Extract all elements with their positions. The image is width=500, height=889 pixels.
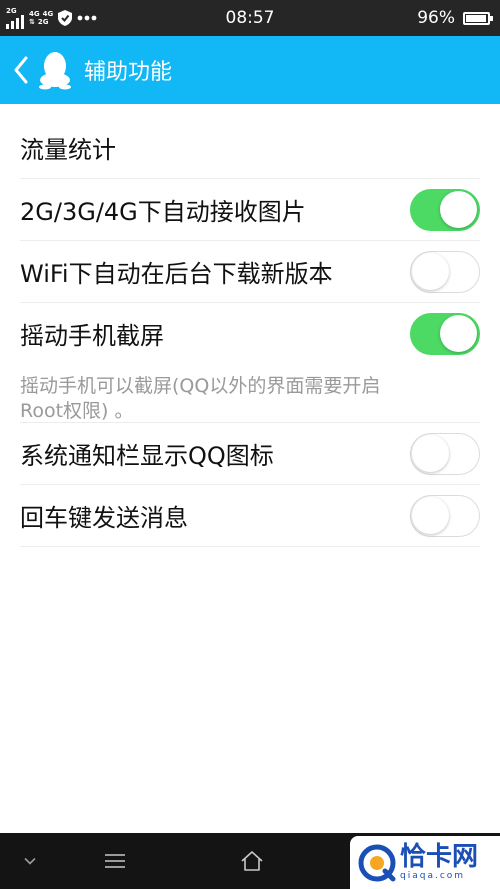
- watermark-logo-icon: [358, 844, 396, 881]
- note-line-1: 摇动手机可以截屏(QQ以外的界面需要开启: [20, 375, 381, 397]
- title-bar: 辅助功能: [0, 36, 500, 104]
- setting-row-auto-receive-images: 2G/3G/4G下自动接收图片: [20, 179, 480, 241]
- chevron-down-icon: [24, 857, 36, 865]
- shake-screenshot-toggle[interactable]: [410, 312, 480, 355]
- toggle-knob: [440, 314, 477, 352]
- watermark-text: 恰卡网 qiaqa.com: [400, 843, 478, 882]
- setting-row-shake-screenshot: 摇动手机截屏: [20, 303, 480, 364]
- battery-status: 96%: [417, 0, 493, 36]
- setting-label: 回车键发送消息: [20, 504, 188, 532]
- menu-icon: [105, 854, 125, 868]
- traffic-stats-item[interactable]: 流量统计: [20, 116, 480, 179]
- traffic-stats-label: 流量统计: [20, 135, 116, 164]
- setting-label: 摇动手机截屏: [20, 322, 164, 350]
- setting-row-wifi-auto-download: WiFi下自动在后台下载新版本: [20, 241, 480, 303]
- setting-label: 2G/3G/4G下自动接收图片: [20, 198, 306, 226]
- toggle-knob: [412, 496, 449, 534]
- status-bar: 2G 4G 4G ⇅ 2G 08:57 96%: [0, 0, 500, 36]
- wifi-auto-download-toggle[interactable]: [410, 250, 480, 293]
- page-title: 辅助功能: [84, 60, 173, 85]
- auto-receive-images-toggle[interactable]: [410, 188, 480, 231]
- note-line-2: Root权限) 。: [20, 400, 134, 422]
- toggle-knob: [440, 190, 477, 228]
- settings-list: 流量统计 2G/3G/4G下自动接收图片 WiFi下自动在后台下载新版本 摇动手…: [20, 116, 480, 547]
- watermark: 恰卡网 qiaqa.com: [350, 836, 500, 889]
- battery-level-fill: [466, 14, 486, 22]
- toggle-knob: [412, 252, 449, 290]
- battery-icon: [463, 11, 493, 25]
- back-button[interactable]: [4, 36, 38, 104]
- watermark-title: 恰卡网: [400, 842, 479, 872]
- shake-screenshot-note: 摇动手机可以截屏(QQ以外的界面需要开启 Root权限) 。: [20, 364, 480, 423]
- setting-label: 系统通知栏显示QQ图标: [20, 442, 274, 470]
- watermark-domain: qiaqa.com: [400, 871, 466, 881]
- setting-label: WiFi下自动在后台下载新版本: [20, 260, 333, 288]
- enter-to-send-toggle[interactable]: [410, 494, 480, 537]
- notification-icon-toggle[interactable]: [410, 432, 480, 475]
- nav-menu-button[interactable]: [85, 833, 145, 889]
- home-icon: [241, 851, 263, 871]
- setting-row-notification-icon: 系统通知栏显示QQ图标: [20, 423, 480, 485]
- chevron-left-icon: [14, 56, 28, 84]
- qq-penguin-icon: [39, 52, 71, 90]
- nav-home-button[interactable]: [222, 833, 282, 889]
- setting-row-enter-to-send: 回车键发送消息: [20, 485, 480, 547]
- nav-collapse-button[interactable]: [0, 833, 60, 889]
- battery-percent: 96%: [417, 8, 455, 28]
- app-screen: 2G 4G 4G ⇅ 2G 08:57 96% 辅助功能 流量统计 2G/3G/…: [0, 0, 500, 889]
- toggle-knob: [412, 434, 449, 472]
